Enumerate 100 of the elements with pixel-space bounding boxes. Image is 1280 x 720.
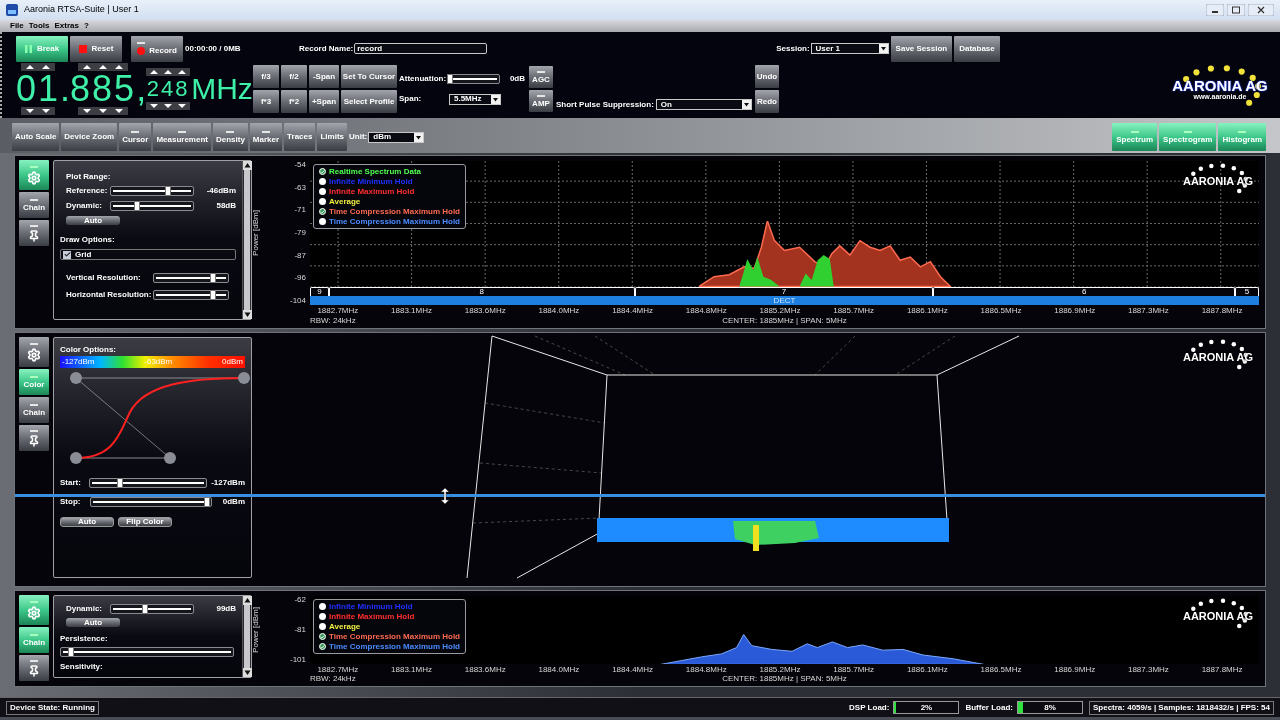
scroll-up-icon[interactable] (243, 161, 252, 170)
slider[interactable] (153, 290, 229, 300)
run-button[interactable]: Reset (70, 35, 122, 62)
slider[interactable] (89, 478, 208, 488)
decrement-button[interactable] (81, 107, 94, 115)
frequency-button[interactable]: f/3 (253, 65, 279, 88)
decrement-button[interactable] (162, 102, 175, 110)
tool-button[interactable]: Cursor (119, 123, 152, 151)
tool-button[interactable]: Density (212, 123, 248, 151)
scroll-up-icon[interactable] (243, 596, 252, 605)
menu-item[interactable]: Tools (28, 22, 50, 30)
frequency-button[interactable]: f*3 (253, 90, 279, 113)
maximize-icon[interactable] (1227, 4, 1245, 16)
scrollbar[interactable] (242, 596, 251, 677)
increment-button[interactable] (113, 63, 126, 71)
tool-button[interactable]: Limits (317, 123, 348, 151)
frequency-button[interactable]: Select Profile (341, 90, 397, 113)
slider[interactable] (153, 273, 229, 283)
increment-button[interactable] (162, 68, 175, 76)
legend-checkbox[interactable] (319, 643, 326, 650)
settings-tab[interactable] (19, 160, 49, 190)
legend-checkbox[interactable] (319, 613, 326, 620)
legend-checkbox[interactable] (319, 168, 326, 175)
history-button[interactable]: Redo (755, 90, 779, 113)
frequency-button[interactable]: f/2 (281, 65, 307, 88)
auto-button[interactable]: Auto (66, 618, 120, 627)
scroll-down-icon[interactable] (243, 668, 252, 677)
pin-tab[interactable] (19, 655, 49, 681)
option-button[interactable]: Flip Color (118, 517, 172, 527)
tool-button[interactable]: Traces (284, 123, 316, 151)
slider[interactable] (110, 604, 194, 614)
scroll-down-icon[interactable] (243, 310, 252, 319)
decrement-button[interactable] (176, 102, 189, 110)
dropdown[interactable]: dBm (368, 131, 425, 143)
decrement-button[interactable] (113, 107, 126, 115)
tool-button[interactable]: Measurement (153, 123, 211, 151)
pin-tab[interactable] (19, 425, 49, 451)
slider[interactable] (110, 186, 194, 196)
option-button[interactable]: Auto (60, 517, 114, 527)
panel-tab[interactable]: Chain (19, 397, 49, 423)
slider-thumb[interactable] (68, 647, 75, 657)
frequency-button[interactable]: f*2 (281, 90, 307, 113)
frequency-button[interactable]: Set To Cursor (341, 65, 397, 88)
record-button[interactable]: Record (131, 35, 183, 62)
menu-item[interactable]: Extras (54, 22, 79, 30)
panel-tab[interactable]: Chain (19, 192, 49, 218)
slider-thumb[interactable] (117, 478, 124, 488)
legend-checkbox[interactable] (319, 178, 326, 185)
increment-button[interactable] (176, 68, 189, 76)
increment-button[interactable] (97, 63, 110, 71)
legend-checkbox[interactable] (319, 198, 326, 205)
legend-checkbox[interactable] (319, 208, 326, 215)
history-button[interactable]: Undo (755, 65, 779, 88)
decrement-button[interactable] (148, 102, 161, 110)
session-button[interactable]: Database (954, 35, 1000, 62)
slider-thumb[interactable] (210, 273, 217, 283)
legend-checkbox[interactable] (319, 188, 326, 195)
slider-thumb[interactable] (165, 186, 172, 196)
decrement-button[interactable] (97, 107, 110, 115)
frequency-button[interactable]: +Span (309, 90, 339, 113)
pin-tab[interactable] (19, 220, 49, 246)
slider[interactable] (448, 73, 501, 84)
settings-tab[interactable] (19, 595, 49, 625)
dropdown[interactable]: On (655, 99, 752, 110)
dropdown[interactable]: User 1 (810, 43, 889, 54)
increment-button[interactable] (148, 68, 161, 76)
record-name-field[interactable]: record (354, 43, 488, 54)
settings-tab[interactable] (19, 337, 49, 367)
toggle-button[interactable]: AGC (529, 66, 553, 88)
slider[interactable] (60, 647, 234, 657)
increment-button[interactable] (40, 63, 52, 71)
tool-button[interactable]: Marker (249, 123, 283, 151)
session-button[interactable]: Save Session (890, 35, 953, 62)
legend-checkbox[interactable] (319, 218, 326, 225)
slider-thumb[interactable] (134, 201, 141, 211)
scrollbar[interactable] (242, 161, 251, 319)
legend-checkbox[interactable] (319, 623, 326, 630)
minimize-icon[interactable] (1206, 4, 1224, 16)
auto-button[interactable]: Auto (66, 216, 120, 225)
legend-checkbox[interactable] (319, 603, 326, 610)
menu-item[interactable]: File (10, 22, 24, 30)
legend-checkbox[interactable] (319, 633, 326, 640)
frequency-button[interactable]: -Span (309, 65, 339, 88)
tool-button[interactable]: Device Zoom (61, 123, 118, 151)
increment-button[interactable] (81, 63, 94, 71)
menu-item[interactable]: ? (84, 22, 89, 30)
toggle-button[interactable]: AMP (529, 90, 553, 112)
slider-thumb[interactable] (210, 290, 217, 300)
dropdown[interactable]: 5.5MHz (449, 93, 501, 105)
close-icon[interactable] (1248, 4, 1274, 16)
checkbox[interactable] (63, 250, 71, 259)
decrement-button[interactable] (40, 107, 52, 115)
tool-button[interactable]: Auto Scale (12, 123, 60, 151)
slider[interactable] (110, 201, 194, 211)
slider-thumb[interactable] (447, 73, 454, 84)
slider[interactable] (90, 497, 212, 507)
decrement-button[interactable] (24, 107, 36, 115)
slider-thumb[interactable] (142, 604, 149, 614)
slider-thumb[interactable] (204, 497, 211, 507)
increment-button[interactable] (24, 63, 36, 71)
